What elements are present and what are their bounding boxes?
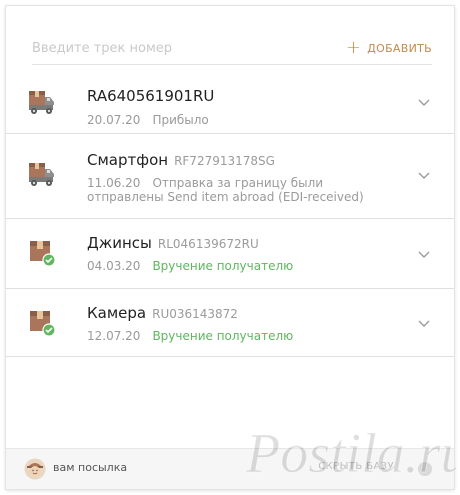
parcel-track: RU036143872 (152, 307, 238, 321)
parcel-title: Джинсы RL046139672RU (87, 233, 259, 252)
parcel-title: Камера RU036143872 (87, 303, 238, 322)
chevron-down-icon[interactable] (418, 251, 430, 259)
parcel-track: RA640561901RU (87, 87, 215, 105)
courier-avatar-icon (24, 458, 46, 480)
tracker-widget: + ДОБАВИТЬ RA640561901RU 20.07 (6, 6, 456, 489)
parcel-status: Отправка за границу были (152, 176, 324, 190)
parcel-date: 20.07.20 (87, 113, 141, 127)
parcel-item[interactable]: RA640561901RU 20.07.20 Прибыло (6, 70, 454, 134)
chevron-down-icon[interactable] (418, 99, 430, 107)
parcel-date: 04.03.20 (87, 259, 141, 273)
parcel-name: Смартфон (87, 151, 169, 169)
parcel-list: RA640561901RU 20.07.20 Прибыло Смартфон … (6, 70, 454, 357)
parcel-status: Вручение получателю (152, 329, 294, 343)
parcel-status-line: 11.06.20 Отправка за границу были (87, 176, 323, 190)
chevron-down-icon[interactable] (418, 320, 430, 328)
chevron-down-icon[interactable] (418, 172, 430, 180)
plus-icon: + (345, 37, 362, 58)
parcel-status-line: 04.03.20 Вручение получателю (87, 259, 293, 273)
parcel-track: RL046139672RU (157, 237, 259, 251)
parcel-status-line: 12.07.20 Вручение получателю (87, 329, 293, 343)
add-button-label: ДОБАВИТЬ (367, 41, 432, 55)
watermark: Postila.ru (246, 423, 456, 486)
parcel-name: Камера (87, 304, 147, 322)
search-row: + ДОБАВИТЬ (32, 36, 432, 65)
parcel-status-line-2: отправлены Send item abroad (EDI-receive… (87, 190, 364, 204)
parcel-status-line: 20.07.20 Прибыло (87, 113, 209, 127)
truck-box-icon (29, 163, 54, 186)
parcel-title: RA640561901RU (87, 86, 214, 105)
parcel-title: Смартфон RF727913178SG (87, 150, 275, 169)
parcel-status: Прибыло (152, 113, 209, 127)
box-check-icon (30, 311, 56, 337)
parcel-status-continued: отправлены Send item abroad (EDI-receive… (87, 190, 364, 204)
add-button[interactable]: + ДОБАВИТЬ (346, 38, 432, 58)
parcel-item[interactable]: Джинсы RL046139672RU 04.03.20 Вручение пол… (6, 219, 454, 289)
truck-box-icon (29, 91, 54, 114)
parcel-status: Вручение получателю (152, 259, 294, 273)
parcel-track: RF727913178SG (174, 154, 275, 168)
parcel-date: 11.06.20 (87, 176, 141, 190)
parcel-item[interactable]: Смартфон RF727913178SG 11.06.20 Отправка з… (6, 134, 454, 219)
svg-text:Postila.ru: Postila.ru (246, 423, 456, 485)
parcel-date: 12.07.20 (87, 329, 141, 343)
parcel-item[interactable]: Камера RU036143872 12.07.20 Вручение получ… (6, 289, 454, 357)
track-number-input[interactable] (32, 36, 332, 60)
box-check-icon (30, 241, 56, 267)
parcel-name: Джинсы (87, 234, 152, 252)
brand-label: вам посылка (53, 461, 128, 474)
